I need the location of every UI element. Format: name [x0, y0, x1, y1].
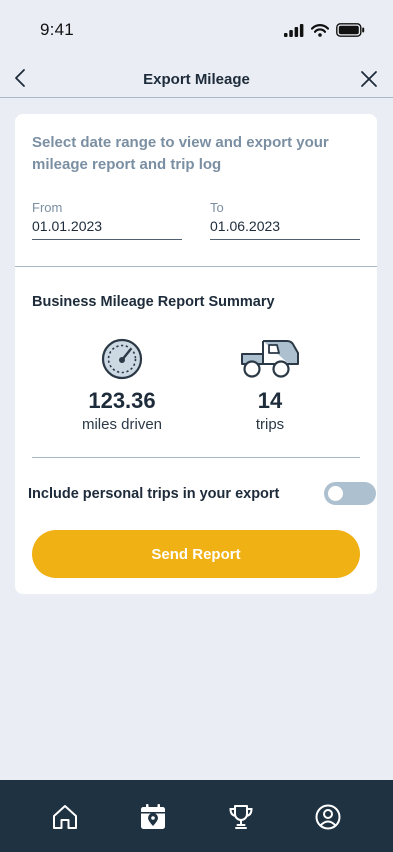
intro-text: Select date range to view and export you…	[32, 134, 329, 173]
status-bar: 9:41	[0, 0, 393, 58]
send-report-button[interactable]: Send Report	[32, 530, 360, 578]
personal-trips-toggle[interactable]	[324, 482, 376, 505]
profile-icon[interactable]	[313, 802, 343, 832]
to-date-field[interactable]: To 01.06.2023	[210, 200, 360, 240]
status-icons	[284, 21, 365, 39]
summary-title: Business Mileage Report Summary	[32, 294, 275, 310]
from-date-label: From	[32, 200, 63, 215]
trips-stat: 14 trips	[205, 336, 335, 433]
toggle-knob	[328, 486, 343, 501]
from-date-field[interactable]: From 01.01.2023	[32, 200, 182, 240]
trophy-icon[interactable]	[226, 802, 256, 832]
status-time: 9:41	[40, 20, 74, 39]
speedometer-icon	[101, 338, 143, 380]
miles-stat: 123.36 miles driven	[57, 336, 187, 433]
tab-profile[interactable]	[313, 802, 343, 832]
signal-icon	[284, 23, 304, 37]
wifi-icon	[311, 23, 329, 37]
summary-divider	[32, 457, 360, 458]
tab-achievements[interactable]	[226, 802, 256, 832]
personal-trips-row: Include personal trips in your export	[28, 482, 376, 506]
to-date-input[interactable]: 01.06.2023	[210, 218, 360, 240]
battery-icon	[336, 23, 365, 37]
page-title: Export Mileage	[143, 71, 250, 88]
trips-label: trips	[255, 416, 285, 433]
calendar-pin-icon[interactable]	[138, 802, 168, 832]
truck-icon	[241, 340, 299, 378]
tab-trips[interactable]	[138, 802, 168, 832]
tab-bar	[0, 780, 393, 852]
close-icon[interactable]	[359, 69, 379, 89]
personal-trips-label: Include personal trips in your export	[28, 486, 280, 502]
to-date-label: To	[210, 200, 224, 215]
miles-label: miles driven	[81, 416, 163, 433]
nav-header: Export Mileage	[0, 58, 393, 98]
tab-home[interactable]	[50, 802, 80, 832]
trips-value: 14	[257, 388, 283, 413]
export-card: Select date range to view and export you…	[15, 114, 377, 594]
home-icon[interactable]	[50, 802, 80, 832]
section-divider	[15, 266, 377, 267]
from-date-input[interactable]: 01.01.2023	[32, 218, 182, 240]
miles-value: 123.36	[88, 388, 156, 413]
